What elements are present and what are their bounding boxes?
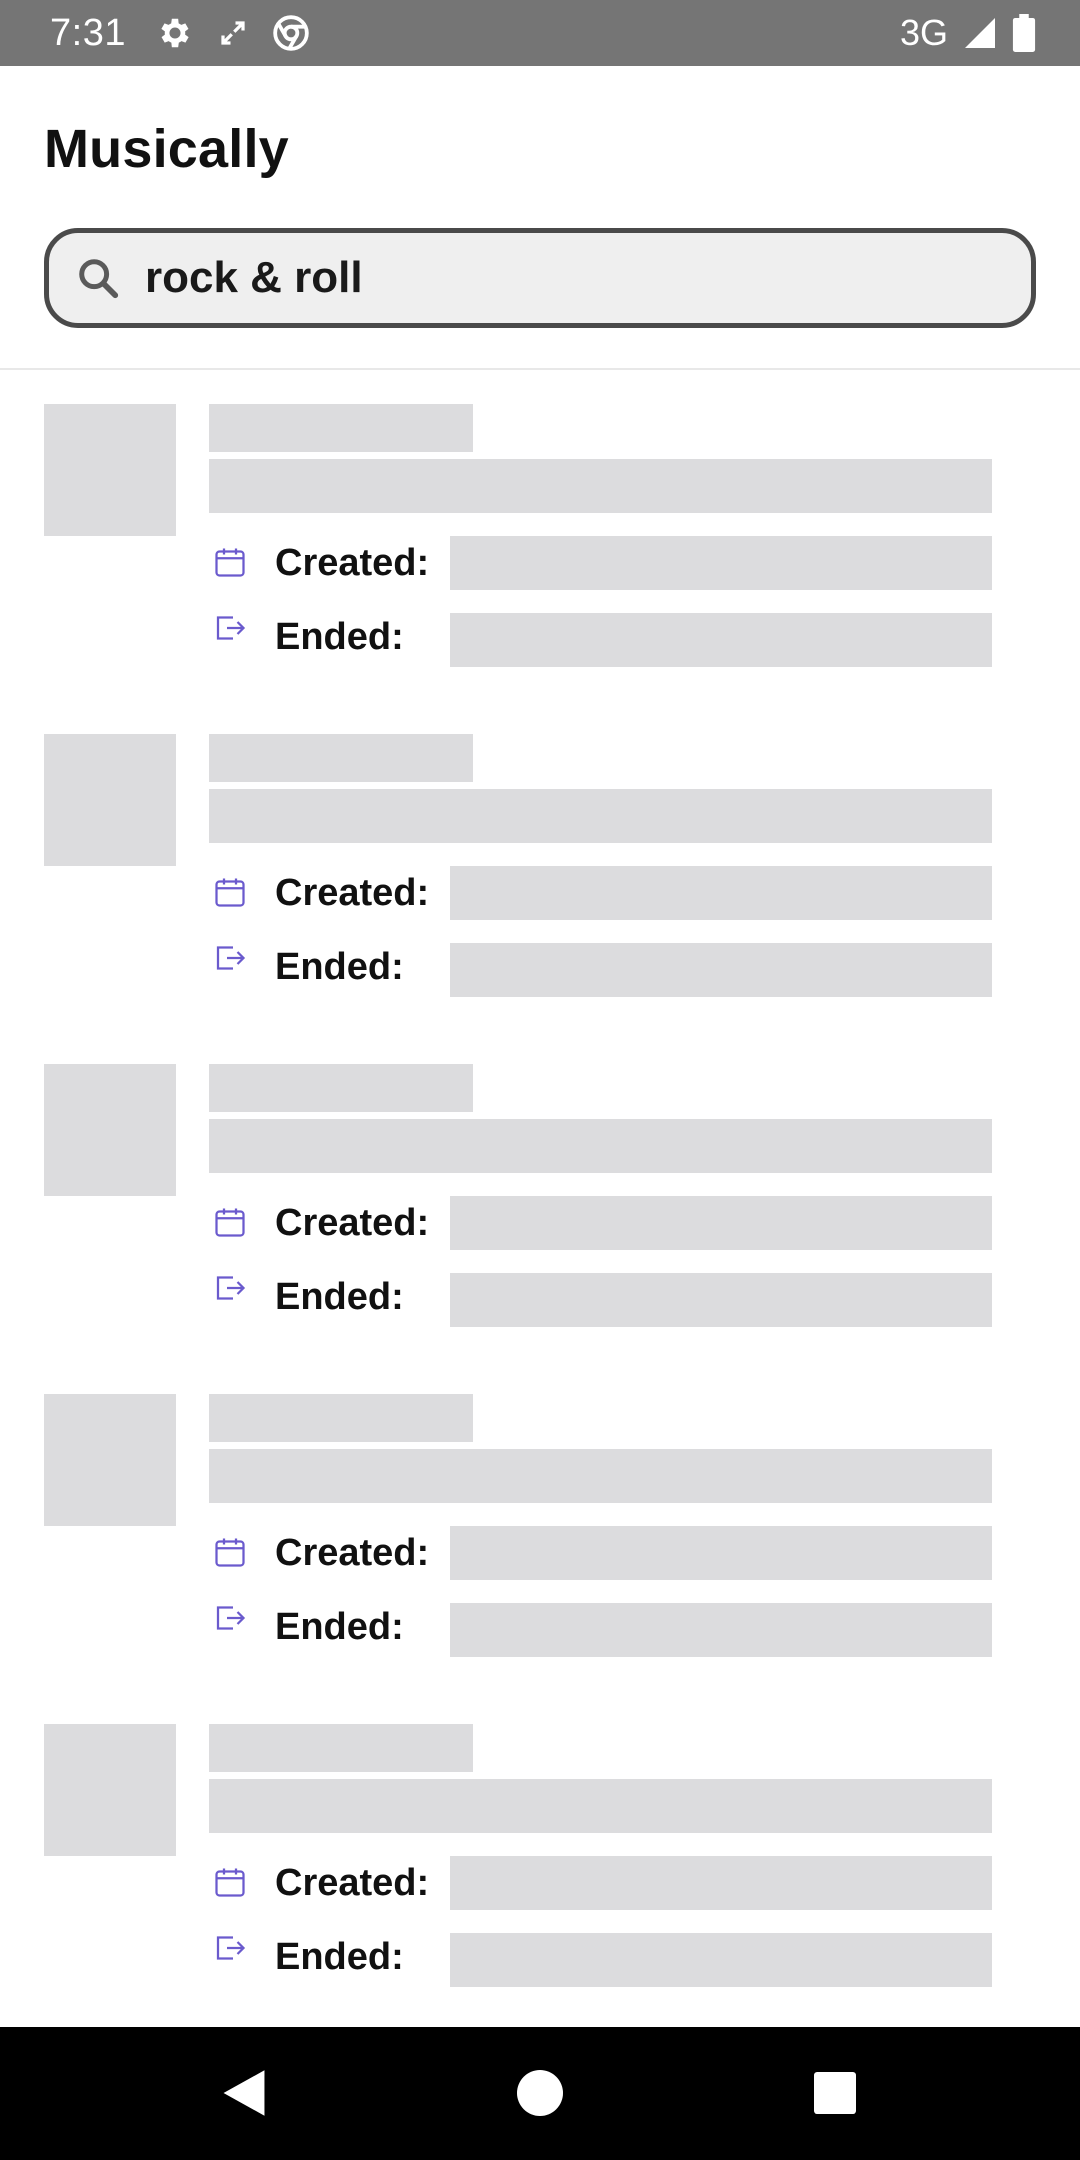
subtitle-placeholder <box>209 1119 992 1173</box>
gear-icon <box>156 14 194 52</box>
title-placeholder <box>209 1064 473 1112</box>
status-right-icons: 3G <box>900 12 1036 54</box>
title-placeholder <box>209 734 473 782</box>
created-value-placeholder <box>450 1196 992 1250</box>
ended-label: Ended: <box>275 946 404 988</box>
subtitle-placeholder <box>209 1449 992 1503</box>
created-value-placeholder <box>450 1856 992 1910</box>
fullscreen-icon <box>218 18 248 48</box>
network-type: 3G <box>899 12 948 53</box>
exit-icon <box>216 946 246 970</box>
search-input[interactable] <box>145 253 1005 303</box>
thumbnail-placeholder <box>44 1394 176 1526</box>
app-title: Musically <box>44 119 289 179</box>
calendar-icon <box>215 1538 245 1567</box>
chrome-icon <box>272 14 310 52</box>
calendar-icon <box>215 1208 245 1237</box>
title-placeholder <box>209 404 473 452</box>
exit-icon <box>216 1276 246 1300</box>
search-bar[interactable] <box>44 228 1036 328</box>
ended-value-placeholder <box>450 943 992 997</box>
thumbnail-placeholder <box>44 1064 176 1196</box>
home-icon <box>517 2070 563 2116</box>
calendar-icon <box>215 1868 245 1897</box>
created-label: Created: <box>275 542 430 584</box>
ended-value-placeholder <box>450 1603 992 1657</box>
list-item[interactable]: Created: Ended: <box>0 1362 1080 1692</box>
list-item[interactable]: Created: Ended: <box>0 372 1080 702</box>
thumbnail-placeholder <box>44 734 176 866</box>
back-button[interactable] <box>212 2061 276 2125</box>
list-item[interactable]: Created: Ended: <box>0 1032 1080 1362</box>
ended-label: Ended: <box>275 1606 404 1648</box>
created-label: Created: <box>275 1532 430 1574</box>
calendar-icon <box>215 548 245 577</box>
back-icon <box>223 2070 265 2116</box>
ended-value-placeholder <box>450 613 992 667</box>
created-label: Created: <box>275 1202 430 1244</box>
created-value-placeholder <box>450 536 992 590</box>
thumbnail-placeholder <box>44 1724 176 1856</box>
ended-label: Ended: <box>275 616 404 658</box>
list-item[interactable]: Created: Ended: <box>0 702 1080 1032</box>
exit-icon <box>216 1936 246 1960</box>
list-item[interactable]: Created: Ended: <box>0 1692 1080 2022</box>
recents-button[interactable] <box>803 2061 867 2125</box>
title-placeholder <box>209 1394 473 1442</box>
home-button[interactable] <box>508 2061 572 2125</box>
ended-value-placeholder <box>450 1273 992 1327</box>
status-time: 7:31 <box>50 11 126 54</box>
created-label: Created: <box>275 1862 430 1904</box>
created-value-placeholder <box>450 1526 992 1580</box>
exit-icon <box>216 616 246 640</box>
title-placeholder <box>209 1724 473 1772</box>
thumbnail-placeholder <box>44 404 176 536</box>
battery-icon <box>1012 14 1036 52</box>
calendar-icon <box>215 878 245 907</box>
exit-icon <box>216 1606 246 1630</box>
subtitle-placeholder <box>209 459 992 513</box>
created-label: Created: <box>275 872 430 914</box>
subtitle-placeholder <box>209 1779 992 1833</box>
status-left-icons <box>156 14 310 52</box>
subtitle-placeholder <box>209 789 992 843</box>
result-list[interactable]: Created: Ended: Created: Ended: Created:… <box>0 372 1080 2026</box>
search-icon <box>73 253 123 303</box>
created-value-placeholder <box>450 866 992 920</box>
navigation-bar <box>0 2027 1080 2160</box>
status-bar: 7:31 3G <box>0 0 1080 66</box>
recents-icon <box>814 2072 856 2114</box>
signal-icon <box>962 15 998 51</box>
ended-label: Ended: <box>275 1936 404 1978</box>
app-header: Musically <box>0 66 1080 370</box>
ended-value-placeholder <box>450 1933 992 1987</box>
ended-label: Ended: <box>275 1276 404 1318</box>
